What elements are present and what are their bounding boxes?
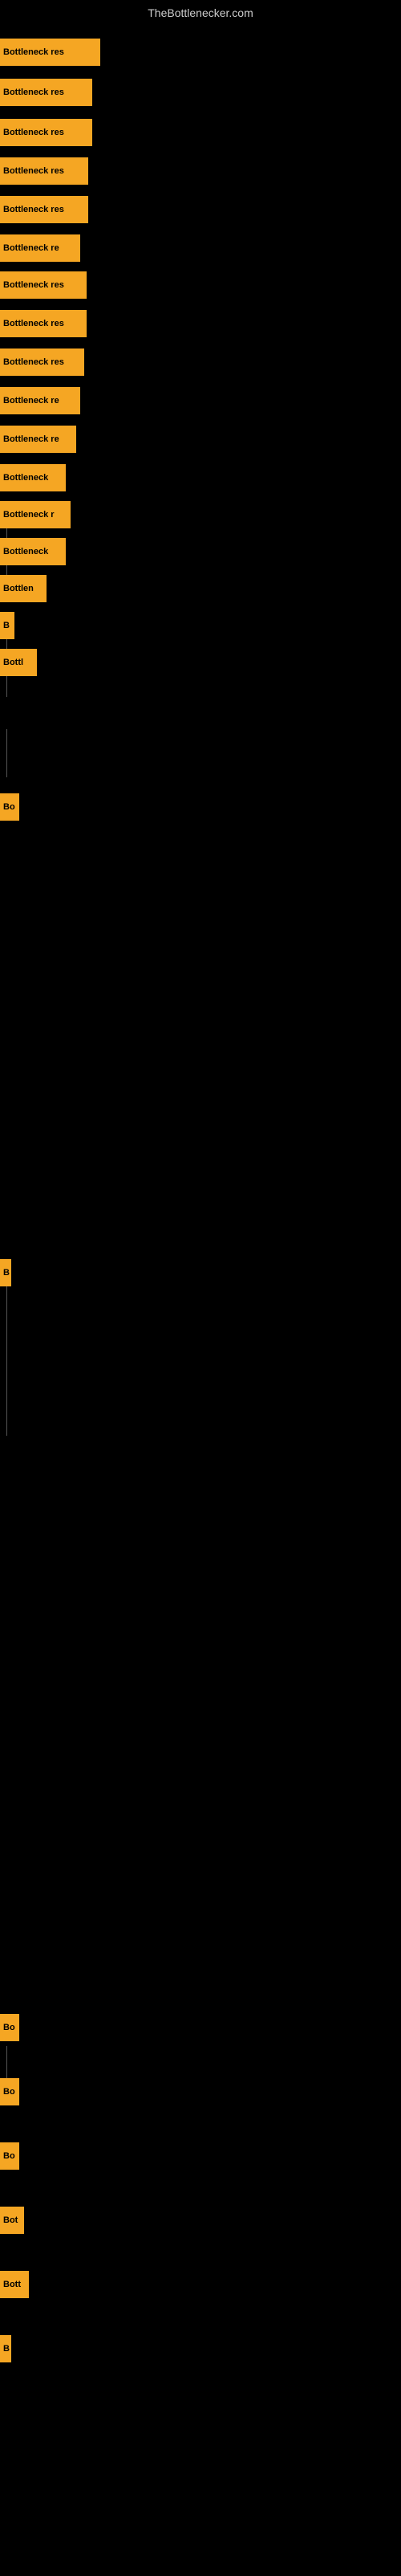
bar-label: Bottleneck res bbox=[0, 310, 87, 337]
bar-row: Bottlen bbox=[0, 575, 47, 602]
bar-label: Bottleneck res bbox=[0, 348, 84, 376]
bar-label: Bottleneck res bbox=[0, 79, 92, 106]
bar-row: Bottleneck re bbox=[0, 234, 80, 262]
bar-row: Bottleneck res bbox=[0, 310, 87, 337]
bar-label: Bo bbox=[0, 2142, 19, 2170]
bar-row: Bottleneck re bbox=[0, 426, 76, 453]
bar-row: Bottleneck res bbox=[0, 271, 87, 299]
bar-label: Bottleneck res bbox=[0, 39, 100, 66]
bar-label: Bo bbox=[0, 2014, 19, 2041]
bar-row: Bottleneck res bbox=[0, 119, 92, 146]
bar-row: Bottleneck r bbox=[0, 501, 71, 528]
bar-label: B bbox=[0, 612, 14, 639]
bar-label: B bbox=[0, 2335, 11, 2362]
bar-row: Bot bbox=[0, 2207, 24, 2234]
bar-label: B bbox=[0, 1259, 11, 1286]
bar-row: Bo bbox=[0, 2078, 19, 2105]
bar-label: Bottleneck re bbox=[0, 234, 80, 262]
bar-label: Bottleneck res bbox=[0, 271, 87, 299]
bar-label: Bottleneck res bbox=[0, 196, 88, 223]
bar-row: Bottleneck res bbox=[0, 196, 88, 223]
bar-label: Bott bbox=[0, 2271, 29, 2298]
bar-row: Bottleneck res bbox=[0, 39, 100, 66]
bar-row: Bottleneck res bbox=[0, 157, 88, 185]
bar-label: Bo bbox=[0, 793, 19, 821]
bar-row: B bbox=[0, 612, 14, 639]
bar-row: B bbox=[0, 2335, 11, 2362]
bar-label: Bottleneck res bbox=[0, 157, 88, 185]
bar-label: Bottleneck bbox=[0, 538, 66, 565]
bar-row: Bo bbox=[0, 793, 19, 821]
bar-row: Bo bbox=[0, 2142, 19, 2170]
bar-label: Bottleneck re bbox=[0, 426, 76, 453]
bar-label: Bottleneck r bbox=[0, 501, 71, 528]
bar-label: Bottleneck re bbox=[0, 387, 80, 414]
bar-row: Bottleneck re bbox=[0, 387, 80, 414]
bar-label: Bot bbox=[0, 2207, 24, 2234]
vertical-line bbox=[6, 729, 7, 777]
bar-label: Bottlen bbox=[0, 575, 47, 602]
site-title: TheBottlenecker.com bbox=[0, 0, 401, 22]
bar-row: B bbox=[0, 1259, 11, 1286]
vertical-line bbox=[6, 1275, 7, 1436]
bar-row: Bottleneck res bbox=[0, 79, 92, 106]
bar-row: Bott bbox=[0, 2271, 29, 2298]
bar-row: Bottleneck bbox=[0, 538, 66, 565]
bar-label: Bottl bbox=[0, 649, 37, 676]
bar-label: Bottleneck bbox=[0, 464, 66, 491]
bar-row: Bottl bbox=[0, 649, 37, 676]
bar-row: Bo bbox=[0, 2014, 19, 2041]
bar-label: Bottleneck res bbox=[0, 119, 92, 146]
bar-label: Bo bbox=[0, 2078, 19, 2105]
vertical-line bbox=[6, 2046, 7, 2078]
bar-row: Bottleneck res bbox=[0, 348, 84, 376]
bar-row: Bottleneck bbox=[0, 464, 66, 491]
